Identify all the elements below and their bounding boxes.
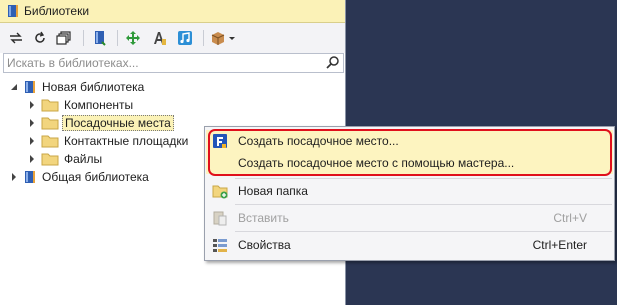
menu-item-paste[interactable]: Вставить Ctrl+V (206, 207, 613, 229)
search-input[interactable] (7, 55, 317, 70)
tree-node-label: Общая библиотека (42, 170, 149, 184)
move-icon[interactable] (124, 29, 142, 47)
library-book-icon (25, 170, 35, 183)
menu-item-label: Свойства (238, 238, 291, 252)
sync-arrows-icon[interactable] (7, 29, 25, 47)
menu-item-properties[interactable]: Свойства Ctrl+Enter (206, 234, 613, 256)
toolbar-separator (83, 30, 84, 46)
library-search[interactable] (3, 53, 344, 73)
menu-item-label: Новая папка (238, 184, 308, 198)
menu-item-shortcut: Ctrl+Enter (532, 238, 587, 252)
tree-node-label: Компоненты (64, 98, 134, 112)
menu-separator (235, 178, 612, 179)
music-note-icon[interactable] (176, 29, 194, 47)
menu-item-label: Вставить (238, 211, 289, 225)
paste-icon (212, 210, 228, 226)
context-menu: Создать посадочное место... Создать поса… (204, 126, 615, 261)
library-book-icon (25, 80, 35, 93)
new-folder-icon (212, 183, 228, 199)
folder-icon (41, 117, 59, 130)
menu-item-create-footprint-wizard[interactable]: Создать посадочное место с помощью масте… (206, 152, 613, 174)
tree-node-label: Посадочные места (62, 115, 174, 131)
footprint-f-icon (212, 133, 228, 149)
toolbar (0, 23, 345, 53)
library-book-icon (6, 4, 20, 18)
toolbar-separator (117, 30, 118, 46)
panel-title-bar: Библиотеки (0, 0, 345, 23)
font-a-icon[interactable] (150, 29, 168, 47)
toolbar-separator (203, 30, 204, 46)
folder-icon (41, 99, 59, 112)
book-icon[interactable] (91, 29, 109, 47)
menu-item-create-footprint[interactable]: Создать посадочное место... (206, 130, 613, 152)
tree-node-label: Контактные площадки (64, 134, 189, 148)
tree-node-new-library[interactable]: Новая библиотека (9, 78, 144, 96)
menu-separator (235, 231, 612, 232)
collapsed-arrow-icon[interactable] (27, 100, 37, 110)
collapsed-arrow-icon[interactable] (27, 118, 37, 128)
menu-item-label: Создать посадочное место с помощью масте… (238, 156, 515, 170)
folder-icon (41, 135, 59, 148)
menu-item-new-folder[interactable]: Новая папка (206, 180, 613, 202)
refresh-icon[interactable] (31, 29, 49, 47)
tree-node-components[interactable]: Компоненты (27, 96, 133, 114)
properties-icon (212, 237, 228, 253)
tree-node-pads[interactable]: Контактные площадки (27, 132, 188, 150)
collapsed-arrow-icon[interactable] (27, 136, 37, 146)
tree-node-footprints[interactable]: Посадочные места (27, 114, 174, 132)
tree-node-label: Новая библиотека (42, 80, 145, 94)
panel-title: Библиотеки (24, 4, 90, 18)
folder-icon (41, 153, 59, 166)
menu-separator (235, 204, 612, 205)
tree-node-label: Файлы (64, 152, 103, 166)
search-icon[interactable] (326, 55, 340, 69)
package-dropdown-icon[interactable] (210, 29, 236, 47)
copy-windows-icon[interactable] (55, 29, 73, 47)
collapsed-arrow-icon[interactable] (27, 154, 37, 164)
tree-node-files[interactable]: Файлы (27, 150, 102, 168)
expanded-arrow-icon[interactable] (9, 82, 19, 92)
menu-item-shortcut: Ctrl+V (553, 211, 587, 225)
tree-node-common-library[interactable]: Общая библиотека (9, 168, 149, 186)
menu-item-label: Создать посадочное место... (238, 134, 399, 148)
collapsed-arrow-icon[interactable] (9, 172, 19, 182)
